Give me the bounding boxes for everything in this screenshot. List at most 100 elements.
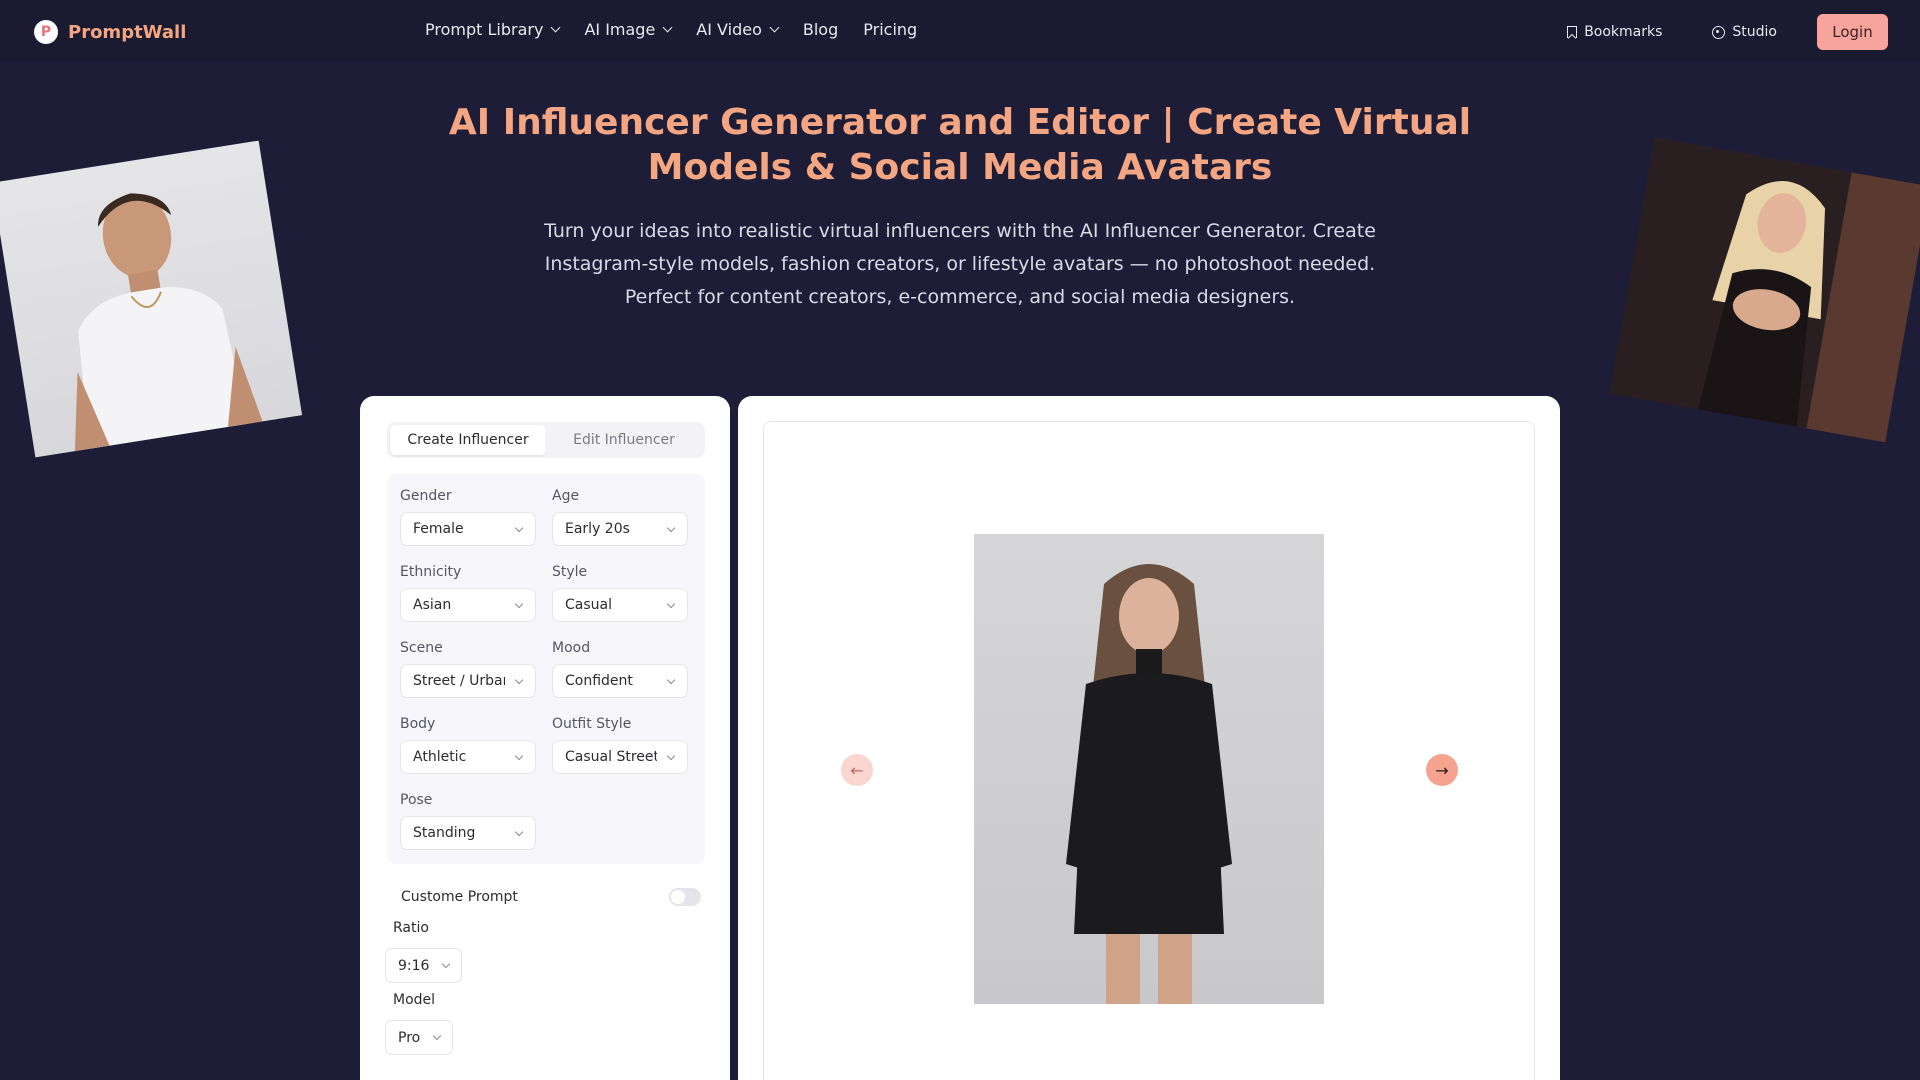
chevron-down-icon: [662, 22, 673, 33]
nav-links: Prompt Library AI Image AI Video Blog Pr…: [425, 20, 917, 39]
nav-item-blog[interactable]: Blog: [803, 20, 838, 39]
gender-value: Female: [413, 521, 464, 537]
logo[interactable]: P PromptWall: [34, 20, 186, 44]
style-field: Style Casual: [552, 564, 689, 622]
body-select[interactable]: Athletic: [400, 740, 536, 774]
preview-frame: ← →: [763, 421, 1535, 1080]
ratio-label: Ratio: [393, 920, 429, 936]
nav-item-pricing[interactable]: Pricing: [863, 20, 917, 39]
top-nav: P PromptWall Prompt Library AI Image AI …: [0, 0, 1920, 62]
woman-figure: [1066, 564, 1232, 1004]
chevron-down-icon: [442, 959, 451, 968]
studio-label: Studio: [1732, 24, 1777, 40]
chevron-down-icon: [666, 751, 676, 761]
nav-item-label: AI Video: [696, 20, 762, 39]
example-photo-man: [0, 140, 303, 458]
page-subtitle: Turn your ideas into realistic virtual i…: [490, 215, 1430, 314]
outfit-style-field: Outfit Style Casual Streetwear: [552, 716, 689, 774]
bookmarks-label: Bookmarks: [1584, 24, 1663, 40]
pose-value: Standing: [413, 825, 476, 841]
palette-icon: [1712, 25, 1726, 39]
ethnicity-label: Ethnicity: [400, 564, 462, 580]
style-select[interactable]: Casual: [552, 588, 688, 622]
nav-item-label: Blog: [802, 20, 839, 39]
page-title: AI Influencer Generator and Editor | Cre…: [400, 100, 1520, 190]
nav-item-ai-image[interactable]: AI Image: [584, 20, 673, 39]
ratio-select[interactable]: 9:16: [385, 948, 463, 983]
bookmark-icon: [1567, 26, 1578, 38]
chevron-down-icon: [514, 675, 524, 685]
body-field: Body Athletic: [400, 716, 537, 774]
nav-item-label: Prompt Library: [425, 20, 544, 39]
custom-prompt-toggle[interactable]: [669, 888, 701, 906]
ethnicity-value: Asian: [413, 597, 452, 613]
model-select[interactable]: Pro: [385, 1020, 454, 1055]
scene-value: Street / Urban: [413, 673, 505, 689]
nav-item-ai-video[interactable]: AI Video: [696, 20, 780, 39]
example-photo-woman: [1609, 137, 1920, 443]
prev-image-button[interactable]: ←: [841, 754, 873, 786]
preview-panel: ← →: [738, 396, 1560, 1080]
woman-figure: [1609, 137, 1920, 443]
pose-label: Pose: [400, 792, 433, 808]
logo-text: PromptWall: [68, 21, 187, 43]
custom-prompt-label: Custome Prompt: [401, 889, 518, 905]
ethnicity-select[interactable]: Asian: [400, 588, 536, 622]
arrow-right-icon: →: [1435, 760, 1449, 780]
pose-field: Pose Standing: [400, 792, 537, 850]
generated-influencer-image: [974, 534, 1324, 1004]
body-label: Body: [400, 716, 436, 732]
gender-field: Gender Female: [400, 488, 537, 546]
subtitle-line: Turn your ideas into realistic virtual i…: [544, 220, 1376, 242]
subtitle-line: Perfect for content creators, e-commerce…: [624, 286, 1296, 308]
chevron-down-icon: [666, 599, 676, 609]
mood-value: Confident: [565, 673, 633, 689]
tab-create-influencer[interactable]: Create Influencer: [390, 425, 546, 455]
chevron-down-icon: [514, 751, 524, 761]
nav-item-label: AI Image: [584, 20, 656, 39]
tab-edit-influencer[interactable]: Edit Influencer: [546, 425, 702, 455]
arrow-left-icon: ←: [850, 760, 864, 780]
page-title-line: Models & Social Media Avatars: [647, 147, 1273, 188]
age-select[interactable]: Early 20s: [552, 512, 688, 546]
chevron-down-icon: [514, 523, 524, 533]
nav-item-label: Pricing: [863, 20, 918, 39]
attributes-form: Gender Female Age Early 20s Ethnicity As…: [387, 474, 705, 864]
age-value: Early 20s: [565, 521, 630, 537]
mood-select[interactable]: Confident: [552, 664, 688, 698]
age-field: Age Early 20s: [552, 488, 689, 546]
scene-select[interactable]: Street / Urban: [400, 664, 536, 698]
next-image-button[interactable]: →: [1426, 754, 1458, 786]
gender-label: Gender: [400, 488, 452, 504]
style-label: Style: [552, 564, 588, 580]
login-button[interactable]: Login: [1817, 14, 1888, 50]
model-label: Model: [393, 992, 436, 1008]
chevron-down-icon: [514, 599, 524, 609]
outfit-style-select[interactable]: Casual Streetwear: [552, 740, 688, 774]
ethnicity-field: Ethnicity Asian: [400, 564, 537, 622]
chevron-down-icon: [514, 827, 524, 837]
outfit-style-label: Outfit Style: [552, 716, 632, 732]
bookmarks-link[interactable]: Bookmarks: [1557, 24, 1672, 40]
generator-form-panel: Create Influencer Edit Influencer Gender…: [360, 396, 730, 1080]
mood-field: Mood Confident: [552, 640, 689, 698]
chevron-down-icon: [666, 675, 676, 685]
scene-field: Scene Street / Urban: [400, 640, 537, 698]
pose-select[interactable]: Standing: [400, 816, 536, 850]
outfit-style-value: Casual Streetwear: [565, 749, 657, 765]
custom-prompt-row: Custome Prompt: [401, 885, 701, 909]
man-figure: [74, 193, 263, 452]
style-value: Casual: [565, 597, 612, 613]
age-label: Age: [552, 488, 580, 504]
chevron-down-icon: [550, 22, 561, 33]
studio-link[interactable]: Studio: [1702, 24, 1787, 40]
body-value: Athletic: [413, 749, 467, 765]
nav-right: Bookmarks Studio Login: [1557, 14, 1888, 50]
gender-select[interactable]: Female: [400, 512, 536, 546]
chevron-down-icon: [432, 1031, 442, 1040]
scene-label: Scene: [400, 640, 443, 656]
nav-item-prompt-library[interactable]: Prompt Library: [425, 20, 561, 39]
chevron-down-icon: [666, 523, 676, 533]
subtitle-line: Instagram-style models, fashion creators…: [544, 253, 1376, 275]
mode-tabs: Create Influencer Edit Influencer: [387, 422, 705, 458]
